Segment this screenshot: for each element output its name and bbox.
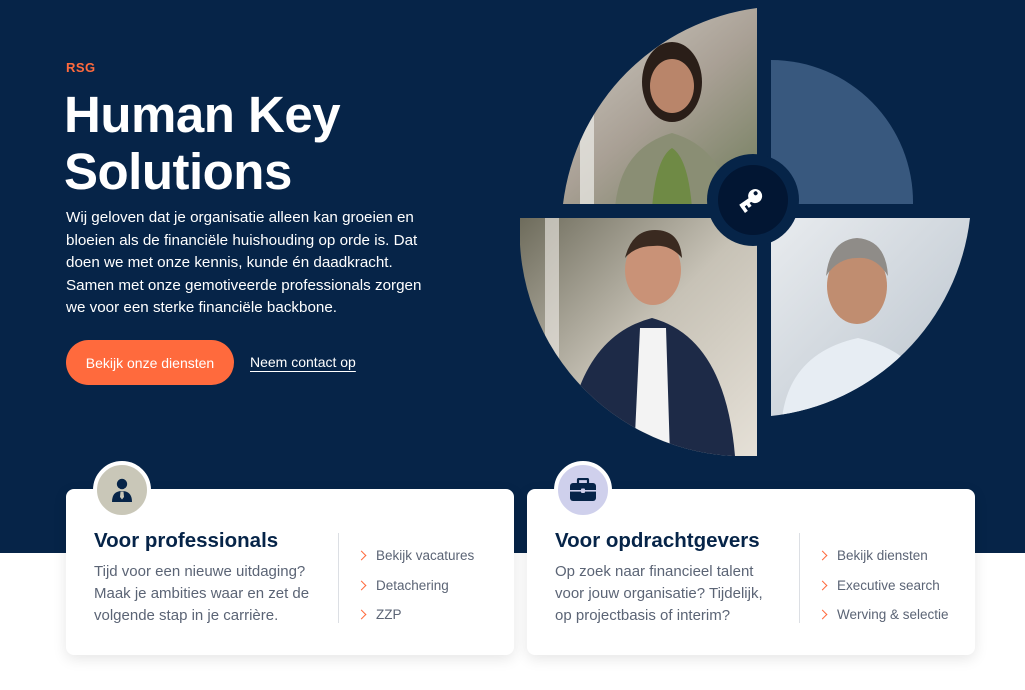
link-label: Executive search (837, 577, 940, 593)
user-tie-icon (112, 478, 132, 502)
link-zzp[interactable]: ZZP (356, 600, 474, 630)
photo-man-grey (771, 218, 970, 416)
link-label: ZZP (376, 607, 402, 623)
hero-visual (520, 8, 970, 456)
link-label: Bekijk vacatures (376, 548, 475, 564)
link-label: Werving & selectie (837, 607, 949, 623)
chevron-right-icon (817, 580, 828, 591)
link-vacatures[interactable]: Bekijk vacatures (356, 541, 474, 571)
link-werving-selectie[interactable]: Werving & selectie (817, 600, 949, 630)
link-executive-search[interactable]: Executive search (817, 571, 949, 601)
link-label: Detachering (376, 577, 449, 593)
card-divider (338, 533, 339, 623)
card-professionals: Voor professionals Tijd voor een nieuwe … (66, 461, 514, 655)
card-text: Op zoek naar financieel talent voor jouw… (555, 563, 763, 624)
hero-title: Human Key Solutions (64, 86, 341, 200)
chevron-right-icon (817, 609, 828, 620)
services-button[interactable]: Bekijk onze diensten (66, 340, 234, 385)
link-detachering[interactable]: Detachering (356, 571, 474, 601)
card-links: Bekijk diensten Executive search Werving… (817, 541, 949, 630)
chevron-right-icon (356, 550, 367, 561)
chevron-right-icon (817, 550, 828, 561)
employer-badge (554, 461, 612, 519)
photo-man-suit (520, 218, 757, 456)
link-label: Bekijk diensten (837, 548, 928, 564)
professional-badge (93, 461, 151, 519)
card-title: Voor professionals (94, 529, 279, 552)
card-employers: Voor opdrachtgevers Op zoek naar financi… (527, 461, 975, 655)
link-diensten[interactable]: Bekijk diensten (817, 541, 949, 571)
hero-lead: Wij geloven dat je organisatie alleen ka… (66, 209, 422, 317)
briefcase-icon (570, 478, 596, 501)
contact-link[interactable]: Neem contact op (250, 354, 356, 370)
card-text: Tijd voor een nieuwe uitdaging? Maak je … (94, 563, 310, 624)
chevron-right-icon (356, 580, 367, 591)
chevron-right-icon (356, 609, 367, 620)
card-title: Voor opdrachtgevers (555, 529, 760, 552)
hero-section: RSG Human Key Solutions Wij geloven dat … (0, 0, 1025, 553)
card-links: Bekijk vacatures Detachering ZZP (356, 541, 474, 630)
hero-eyebrow: RSG (66, 60, 96, 75)
card-divider (799, 533, 800, 623)
